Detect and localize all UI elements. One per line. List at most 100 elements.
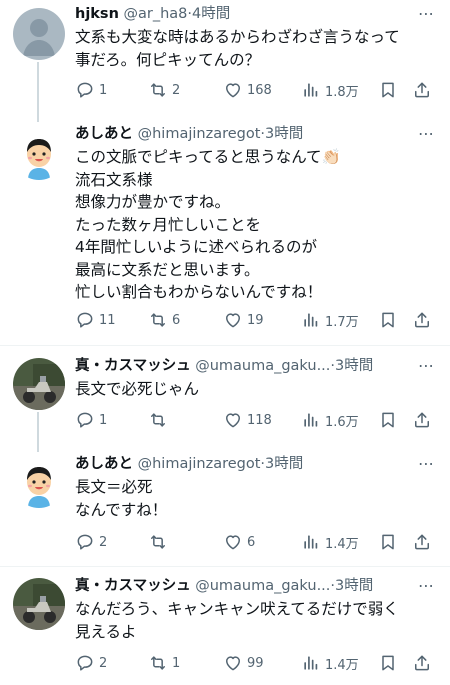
retweet-button[interactable]: 1 [148, 651, 180, 675]
retweet-button[interactable]: 2 [148, 78, 180, 102]
tweet-text-line: 長文で必死じゃん [75, 380, 200, 398]
retweet-count: 2 [172, 82, 181, 98]
author-handle[interactable]: @ar_ha8 [124, 6, 188, 22]
tweet-text-line: 見えるよ [75, 622, 137, 641]
like-icon [223, 653, 243, 673]
author-name[interactable]: hjksn [75, 6, 119, 22]
action-bar: 1 118 1.6万 [75, 408, 440, 432]
like-button[interactable]: 118 [223, 408, 272, 432]
more-icon[interactable]: ⋯ [416, 4, 436, 24]
retweet-button[interactable]: 6 [148, 308, 180, 332]
tweet-header: hjksn @ar_ha8·4時間 [75, 4, 410, 24]
action-bar: 1 2 168 1.8万 [75, 78, 440, 102]
tweet-text: 文系も大変な時はあるからわざわざ言うなって 事だろ。何ピキッてんの？ [75, 26, 432, 71]
author-name[interactable]: 真・カスマッシュ [75, 578, 191, 594]
reply-button[interactable]: 11 [75, 308, 116, 332]
more-icon[interactable]: ⋯ [416, 356, 436, 376]
retweet-button[interactable] [148, 530, 172, 554]
retweet-icon [148, 410, 168, 430]
views-count: 1.4万 [325, 536, 359, 552]
tweet-text-line: 想像力が豊かですね。 [75, 193, 231, 211]
bookmark-button[interactable] [378, 308, 398, 332]
avatar[interactable] [13, 8, 65, 60]
more-icon[interactable]: ⋯ [416, 454, 436, 474]
retweet-count: 6 [172, 312, 181, 328]
like-button[interactable]: 19 [223, 308, 264, 332]
views-button[interactable]: 1.4万 [301, 651, 359, 675]
avatar[interactable] [13, 358, 65, 410]
like-count: 19 [247, 312, 264, 328]
like-button[interactable]: 168 [223, 78, 272, 102]
share-button[interactable] [412, 651, 432, 675]
reply-icon [75, 80, 95, 100]
tweet-text-line: 最高に文系だと思います。 [75, 260, 260, 279]
views-icon [301, 532, 321, 552]
like-count: 168 [247, 82, 272, 98]
views-button[interactable]: 1.6万 [301, 408, 359, 432]
avatar[interactable] [13, 128, 65, 180]
author-handle[interactable]: @himajinzaregot [138, 456, 261, 472]
like-icon [223, 410, 243, 430]
views-icon [301, 653, 321, 673]
views-count: 1.6万 [325, 414, 359, 430]
views-button[interactable]: 1.7万 [301, 308, 359, 332]
tweet-text-line: この文脈でピキってると思うなんて👏🏻 [75, 148, 341, 166]
views-button[interactable]: 1.8万 [301, 78, 359, 102]
reply-icon [75, 410, 95, 430]
tweet-header: あしあと @himajinzaregot·3時間 [75, 124, 410, 144]
views-button[interactable]: 1.4万 [301, 530, 359, 554]
reply-button[interactable]: 1 [75, 408, 107, 432]
author-handle[interactable]: @umauma_gaku... [195, 358, 330, 374]
timestamp[interactable]: 3時間 [265, 456, 303, 472]
bookmark-button[interactable] [378, 78, 398, 102]
timestamp[interactable]: 3時間 [335, 358, 373, 374]
reply-button[interactable]: 1 [75, 78, 107, 102]
retweet-icon [148, 80, 168, 100]
more-icon[interactable]: ⋯ [416, 576, 436, 596]
action-bar: 2 6 1.4万 [75, 530, 440, 554]
avatar-image [13, 456, 65, 508]
tweet-text-line: 長文＝必死 [75, 478, 153, 496]
tweet-divider [0, 566, 450, 567]
avatar[interactable] [13, 456, 65, 508]
retweet-button[interactable] [148, 408, 172, 432]
bookmark-button[interactable] [378, 408, 398, 432]
reply-button[interactable]: 2 [75, 651, 107, 675]
author-handle[interactable]: @umauma_gaku... [195, 578, 330, 594]
views-icon [301, 80, 321, 100]
like-icon [223, 532, 243, 552]
share-button[interactable] [412, 530, 432, 554]
bookmark-button[interactable] [378, 530, 398, 554]
retweet-count: 1 [172, 655, 181, 671]
reply-button[interactable]: 2 [75, 530, 107, 554]
avatar[interactable] [13, 578, 65, 630]
author-name[interactable]: あしあと [75, 126, 133, 142]
bookmark-icon [378, 653, 398, 673]
tweet-text-line: 忙しい割合もわからないんですね！ [75, 283, 323, 301]
avatar-image [13, 358, 65, 410]
timestamp[interactable]: 3時間 [335, 578, 373, 594]
share-icon [412, 653, 432, 673]
like-count: 6 [247, 534, 256, 550]
share-button[interactable] [412, 408, 432, 432]
share-icon [412, 80, 432, 100]
action-bar: 2 1 99 1.4万 [75, 651, 440, 675]
author-name[interactable]: 真・カスマッシュ [75, 358, 191, 374]
thread-line [37, 412, 39, 452]
bookmark-button[interactable] [378, 651, 398, 675]
action-bar: 11 6 19 1.7万 [75, 308, 440, 332]
tweet-text-line: 文系も大変な時はあるからわざわざ言うなって [75, 28, 400, 46]
views-count: 1.4万 [325, 657, 359, 673]
like-button[interactable]: 6 [223, 530, 255, 554]
author-handle[interactable]: @himajinzaregot [138, 126, 261, 142]
timestamp[interactable]: 4時間 [192, 6, 230, 22]
author-name[interactable]: あしあと [75, 456, 133, 472]
like-button[interactable]: 99 [223, 651, 264, 675]
timestamp[interactable]: 3時間 [265, 126, 303, 142]
reply-icon [75, 532, 95, 552]
more-icon[interactable]: ⋯ [416, 124, 436, 144]
retweet-icon [148, 653, 168, 673]
share-button[interactable] [412, 78, 432, 102]
share-button[interactable] [412, 308, 432, 332]
views-icon [301, 410, 321, 430]
